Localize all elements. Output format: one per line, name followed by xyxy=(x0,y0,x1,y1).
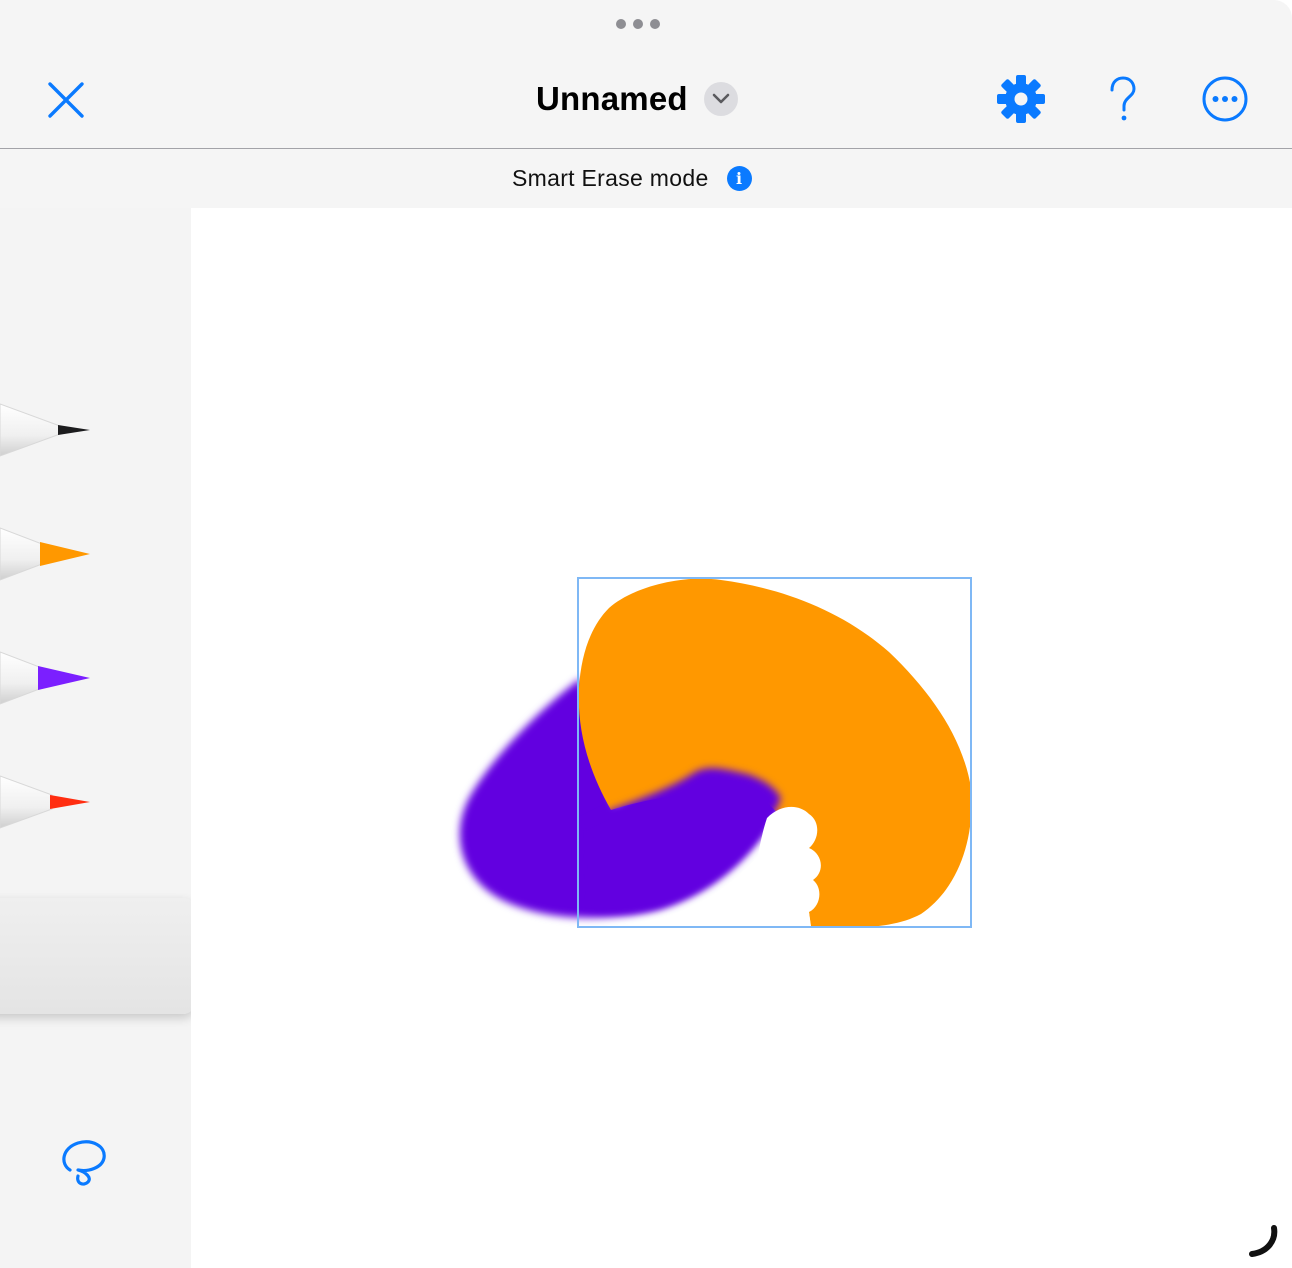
question-mark-icon xyxy=(1110,76,1136,121)
help-button[interactable] xyxy=(1100,74,1146,124)
grabber-dot xyxy=(616,19,626,29)
grabber-dot xyxy=(650,19,660,29)
info-circle-icon[interactable]: i xyxy=(726,165,752,191)
tool-palette xyxy=(0,208,191,1268)
black-pen[interactable] xyxy=(0,400,100,460)
close-x-icon xyxy=(48,82,84,118)
more-options-button[interactable] xyxy=(1200,74,1250,124)
canvas-drawing xyxy=(459,577,972,928)
document-title[interactable]: Unnamed xyxy=(536,80,688,118)
grabber-dot xyxy=(633,19,643,29)
settings-button[interactable] xyxy=(996,74,1046,124)
close-button[interactable] xyxy=(44,78,88,122)
drawing-canvas[interactable] xyxy=(191,208,1292,1268)
mode-label: Smart Erase mode xyxy=(512,164,709,191)
orange-pen[interactable] xyxy=(0,524,100,584)
lasso-button[interactable] xyxy=(56,1134,112,1188)
mode-indicator: Smart Erase mode i xyxy=(512,164,752,192)
orange-pen-icon xyxy=(0,527,90,581)
stroke-icon xyxy=(1249,1225,1278,1257)
document-title-area[interactable]: Unnamed xyxy=(536,76,738,122)
pencil-shortcut-icon[interactable] xyxy=(1244,1220,1284,1260)
red-pen[interactable] xyxy=(0,772,100,832)
eraser-tool[interactable] xyxy=(0,898,195,1014)
black-pen-icon xyxy=(0,403,90,457)
window-grabber[interactable] xyxy=(616,18,660,30)
ellipsis-circle-icon xyxy=(1202,76,1248,122)
lasso-icon xyxy=(62,1140,106,1186)
chevron-down-icon xyxy=(712,93,730,104)
red-pen-icon xyxy=(0,775,90,829)
purple-pen-icon xyxy=(0,651,90,705)
gear-icon xyxy=(997,75,1045,123)
purple-pen[interactable] xyxy=(0,648,100,708)
title-menu-button[interactable] xyxy=(703,82,738,116)
app-window: Unnamed Smart Erase mode i xyxy=(0,0,1292,1268)
